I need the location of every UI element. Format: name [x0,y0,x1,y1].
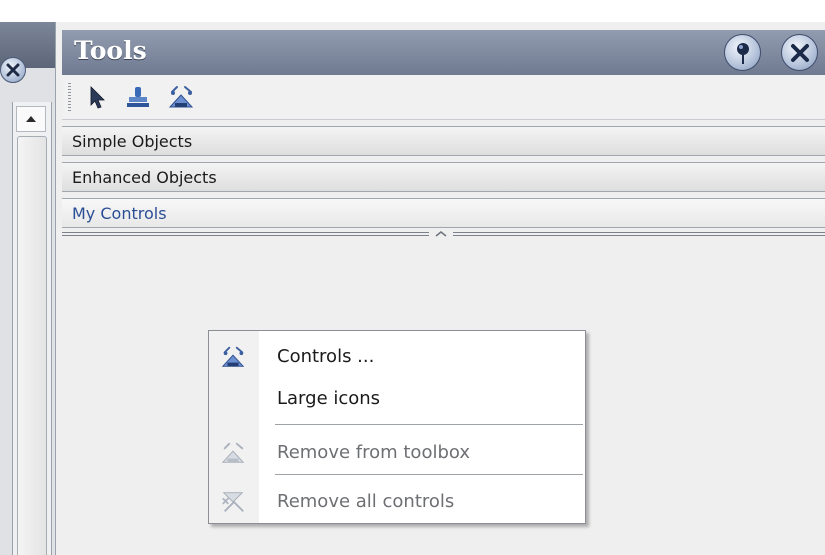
vertical-scrollbar[interactable] [12,102,52,555]
stamp-icon [127,87,149,107]
panel-title: Tools [74,36,147,65]
controls-icon [168,86,194,108]
category-label: My Controls [72,204,167,223]
pin-button[interactable] [724,34,761,71]
menu-item-label: Remove from toolbox [277,442,470,463]
close-icon [6,63,20,77]
stamp-button[interactable] [124,83,152,111]
scroll-up-button[interactable] [16,106,46,132]
pointer-icon [90,86,105,109]
left-docked-panel [0,22,55,555]
chevron-up-icon [429,229,453,239]
remove-icon [221,442,245,463]
controls-button[interactable] [166,83,194,111]
menu-separator [275,424,583,425]
category-simple-objects[interactable]: Simple Objects [62,126,825,156]
pin-icon [737,43,749,64]
menu-item-large-icons[interactable]: Large icons [209,379,585,419]
left-panel-close-button[interactable] [0,57,26,83]
menu-item-controls[interactable]: Controls ... [209,337,585,377]
menu-item-label: Controls ... [277,346,375,367]
category-label: Simple Objects [72,132,193,151]
remove-all-icon [222,492,244,512]
close-icon [791,44,809,62]
pointer-button[interactable] [84,83,112,111]
category-enhanced-objects[interactable]: Enhanced Objects [62,162,825,192]
menu-item-remove-all-controls[interactable]: Remove all controls [209,482,585,522]
controls-icon [221,346,245,367]
menu-item-label: Remove all controls [277,491,455,512]
tools-toolbar [62,75,825,120]
menu-item-remove-from-toolbox[interactable]: Remove from toolbox [209,433,585,473]
category-label: Enhanced Objects [72,168,217,187]
app-window: Tools Simple Objects Enhanced Objects My… [0,0,825,555]
context-menu: Controls ... Large icons Remove from too… [208,330,586,524]
scroll-thumb[interactable] [17,136,47,555]
arrow-up-icon [26,116,36,122]
category-splitter[interactable] [62,229,825,239]
toolbar-grip[interactable] [68,83,71,113]
menu-separator [275,474,583,475]
tools-titlebar: Tools [62,30,825,75]
menu-item-label: Large icons [277,388,381,409]
category-my-controls[interactable]: My Controls [62,198,825,228]
close-button[interactable] [781,34,818,71]
